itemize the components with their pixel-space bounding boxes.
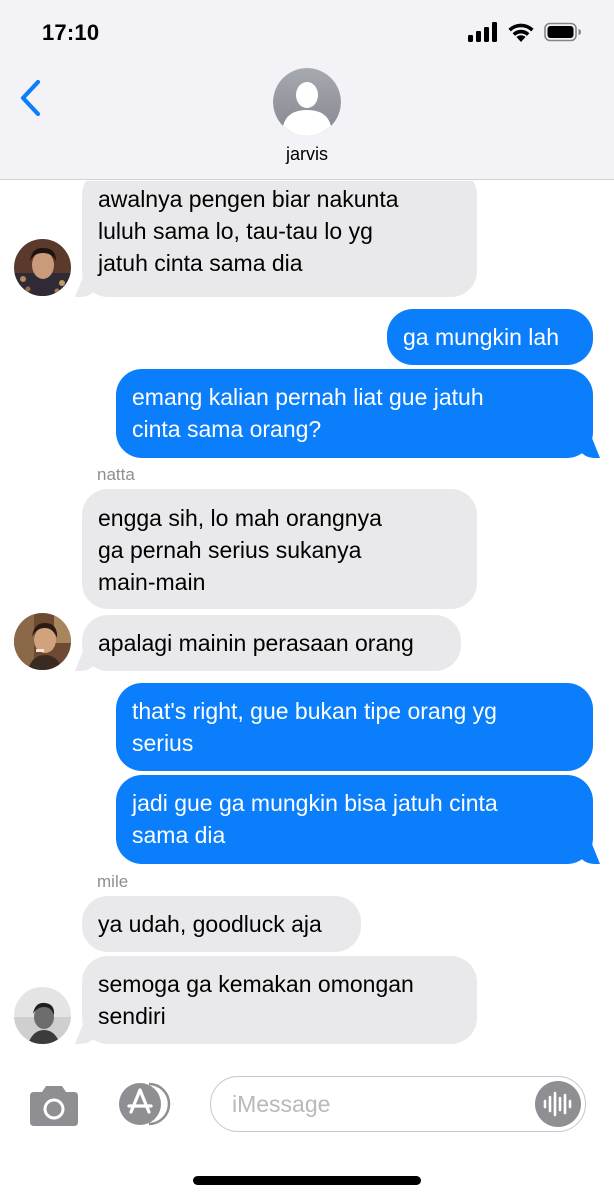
message-thread[interactable]: awalnya pengen biar nakunta luluh sama l…	[0, 181, 614, 1050]
message-text: engga sih, lo mah orangnya ga pernah ser…	[98, 505, 382, 595]
message-text: jadi gue ga mungkin bisa jatuh cinta sam…	[132, 790, 498, 848]
message-bubble-outgoing[interactable]: ga mungkin lah	[387, 309, 593, 365]
message-bubble-outgoing[interactable]: emang kalian pernah liat gue jatuh cinta…	[116, 369, 593, 458]
camera-button[interactable]	[26, 1084, 82, 1128]
sender-avatar[interactable]	[14, 987, 71, 1044]
wifi-icon	[508, 23, 534, 42]
message-bubble-outgoing[interactable]: that's right, gue bukan tipe orang yg se…	[116, 683, 593, 771]
message-text: semoga ga kemakan omongan sendiri	[98, 971, 414, 1029]
message-text: that's right, gue bukan tipe orang yg se…	[132, 698, 497, 756]
message-bubble-incoming[interactable]: ya udah, goodluck aja	[82, 896, 361, 952]
audio-message-button[interactable]	[535, 1081, 581, 1127]
chevron-left-icon	[20, 79, 41, 117]
message-text: ya udah, goodluck aja	[98, 911, 322, 937]
message-bubble-outgoing[interactable]: jadi gue ga mungkin bisa jatuh cinta sam…	[116, 775, 593, 864]
message-bubble-incoming[interactable]: apalagi mainin perasaan orang	[82, 615, 461, 671]
message-bubble-incoming[interactable]: semoga ga kemakan omongan sendiri	[82, 956, 477, 1044]
sender-avatar[interactable]	[14, 239, 71, 296]
status-icons	[468, 22, 582, 42]
compose-bar	[0, 1050, 614, 1200]
home-indicator[interactable]	[193, 1176, 421, 1185]
conversation-header: jarvis	[0, 62, 614, 180]
message-text: emang kalian pernah liat gue jatuh cinta…	[132, 384, 484, 442]
sender-name-label: natta	[97, 465, 135, 484]
app-store-icon	[119, 1082, 171, 1126]
avatar-photo	[14, 613, 71, 670]
message-input[interactable]	[210, 1076, 586, 1132]
avatar-photo	[14, 987, 71, 1044]
app-store-button[interactable]	[114, 1080, 176, 1128]
status-bar: 17:10	[0, 0, 614, 62]
battery-icon	[544, 22, 581, 42]
back-button[interactable]	[12, 76, 48, 120]
camera-icon	[30, 1086, 78, 1126]
message-text: ga mungkin lah	[403, 324, 559, 350]
status-time: 17:10	[42, 20, 100, 45]
person-placeholder-icon	[273, 68, 341, 136]
message-text: awalnya pengen biar nakunta luluh sama l…	[98, 186, 399, 276]
contact-avatar[interactable]	[273, 68, 341, 136]
message-bubble-incoming[interactable]: awalnya pengen biar nakunta luluh sama l…	[82, 181, 477, 297]
cellular-signal-icon	[468, 22, 497, 42]
contact-name[interactable]: jarvis	[0, 144, 614, 165]
sender-avatar[interactable]	[14, 613, 71, 670]
avatar-photo	[14, 239, 71, 296]
audio-waveform-icon	[543, 1091, 572, 1117]
message-bubble-incoming[interactable]: engga sih, lo mah orangnya ga pernah ser…	[82, 489, 477, 609]
sender-name-label: mile	[97, 872, 129, 891]
message-text: apalagi mainin perasaan orang	[98, 630, 414, 656]
